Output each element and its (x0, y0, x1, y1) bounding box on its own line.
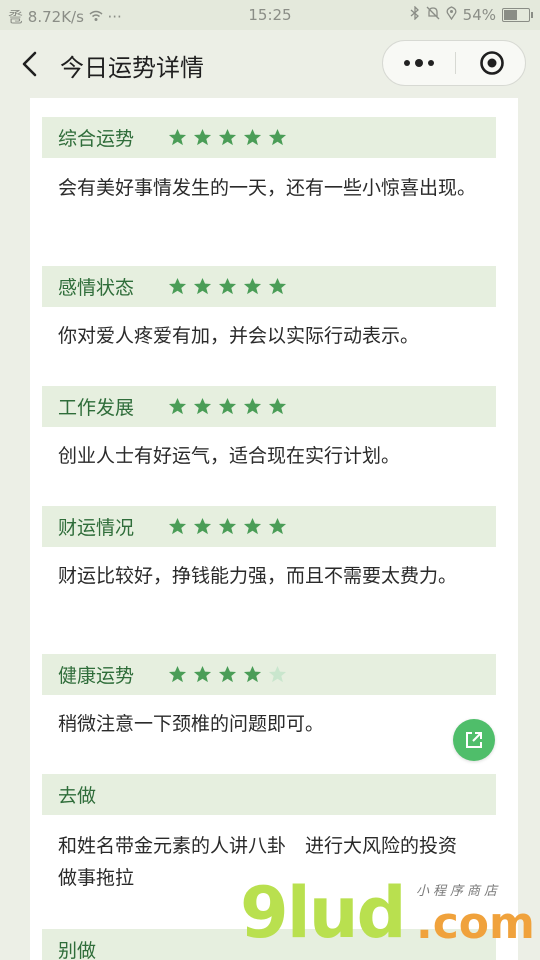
bluetooth-icon (410, 5, 420, 24)
star-rating (168, 277, 287, 296)
section-text: 会有美好事情发生的一天，还有一些小惊喜出现。 (58, 177, 477, 199)
share-icon[interactable] (453, 719, 495, 761)
section-label: 工作发展 (58, 397, 135, 419)
section-text: 你对爱人疼爱有加，并会以实际行动表示。 (58, 325, 420, 347)
star-filled-icon (168, 665, 187, 683)
section-header-do: 去做 (42, 774, 496, 815)
star-filled-icon (268, 277, 287, 295)
section-label: 去做 (58, 785, 97, 807)
star-filled-icon (268, 128, 287, 146)
star-filled-icon (243, 397, 262, 415)
star-rating (168, 517, 287, 536)
section-header-work: 工作发展 (42, 386, 496, 427)
section-text: 创业人士有好运气，适合现在实行计划。 (58, 445, 401, 467)
star-rating (168, 665, 287, 684)
star-empty-icon (268, 665, 287, 683)
nav-bar: 今日运势详情 (0, 30, 540, 98)
section-label: 别做 (58, 940, 97, 960)
section-header-health: 健康运势 (42, 654, 496, 695)
mini-program-capsule (382, 40, 526, 86)
section-text: 财运比较好，挣钱能力强，而且不需要太费力。 (58, 565, 458, 587)
section-header-dont: 别做 (42, 929, 496, 960)
star-filled-icon (218, 665, 237, 683)
battery-icon (502, 8, 533, 22)
capsule-divider (455, 52, 456, 74)
star-rating (168, 128, 287, 147)
section-text: 稍微注意一下颈椎的问题即可。 (58, 713, 325, 735)
section-header-love: 感情状态 (42, 266, 496, 307)
section-label: 综合运势 (58, 128, 135, 150)
star-filled-icon (168, 128, 187, 146)
star-filled-icon (193, 517, 212, 535)
page-title: 今日运势详情 (60, 54, 204, 82)
section-label: 财运情况 (58, 517, 135, 539)
section-label: 感情状态 (58, 277, 135, 299)
section-header-overall: 综合运势 (42, 117, 496, 158)
star-filled-icon (193, 128, 212, 146)
mute-bell-icon (426, 6, 440, 24)
star-filled-icon (168, 277, 187, 295)
fortune-card: 综合运势 会有美好事情发生的一天，还有一些小惊喜出现。 感情状态 你对爱人疼爱有… (30, 98, 518, 960)
star-filled-icon (243, 665, 262, 683)
section-text: 和姓名带金元素的人讲八卦 进行大风险的投资 做事拖拉 (58, 835, 477, 889)
status-bar: 卺 8.72K/s ··· 15:25 54% (0, 0, 540, 30)
location-icon (446, 6, 457, 24)
star-filled-icon (218, 277, 237, 295)
battery-percent: 54% (462, 6, 496, 24)
star-rating (168, 397, 287, 416)
star-filled-icon (193, 277, 212, 295)
star-filled-icon (243, 517, 262, 535)
back-icon[interactable] (18, 50, 42, 78)
target-circle-icon[interactable] (479, 50, 505, 76)
star-filled-icon (168, 397, 187, 415)
star-filled-icon (193, 665, 212, 683)
star-filled-icon (168, 517, 187, 535)
star-filled-icon (218, 397, 237, 415)
star-filled-icon (243, 128, 262, 146)
star-filled-icon (193, 397, 212, 415)
star-filled-icon (268, 397, 287, 415)
star-filled-icon (243, 277, 262, 295)
section-header-wealth: 财运情况 (42, 506, 496, 547)
star-filled-icon (268, 517, 287, 535)
star-filled-icon (218, 517, 237, 535)
more-dots-icon[interactable] (383, 41, 455, 85)
star-filled-icon (218, 128, 237, 146)
section-label: 健康运势 (58, 665, 135, 687)
status-right: 54% (410, 5, 533, 24)
